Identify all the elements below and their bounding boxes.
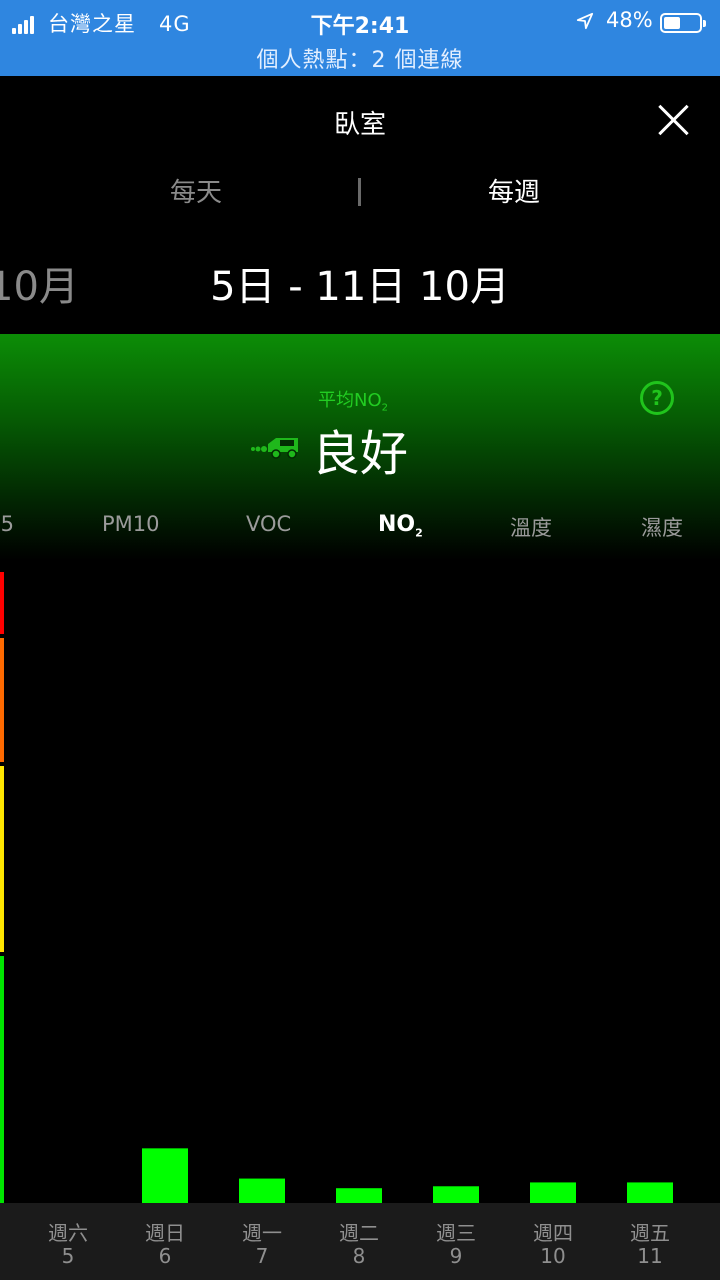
tab-pm10[interactable]: PM10 — [102, 512, 160, 536]
chart-bar — [336, 1188, 382, 1203]
x-tick-day: 週日 — [145, 1221, 185, 1245]
tab-no2[interactable]: NO2 — [378, 512, 423, 539]
date-current[interactable]: 5日 - 11日 10月 — [0, 254, 720, 312]
x-tick-date: 8 — [352, 1244, 366, 1268]
chart-bar — [433, 1186, 479, 1203]
chart-bar — [627, 1182, 673, 1203]
battery-percent: 48% — [606, 8, 653, 32]
hotspot-banner[interactable]: 個人熱點：2 個連線 — [0, 42, 720, 74]
chart-bar — [239, 1178, 285, 1203]
x-tick-date: 11 — [637, 1244, 663, 1268]
x-tick-date: 9 — [449, 1244, 463, 1268]
x-tick-day: 週二 — [339, 1221, 379, 1245]
x-axis-bar: 週六 5 週日 6 週一 7 週二 8 週三 9 週四 10 週五 11 — [0, 1203, 720, 1280]
average-label: 平均NO2 — [318, 390, 389, 414]
x-tick-day: 週四 — [533, 1221, 573, 1245]
tab-daily[interactable]: 每天 — [170, 172, 222, 209]
air-quality-status: 良好 — [312, 426, 409, 482]
status-bar: 台灣之星 4G 下午2:41 48% 個人熱點：2 個連線 — [0, 0, 720, 76]
battery-icon — [660, 13, 706, 33]
tab-weekly[interactable]: 每週 — [488, 172, 540, 209]
x-tick-day: 週六 — [48, 1221, 88, 1245]
x-tick-date: 5 — [61, 1244, 75, 1268]
tab-divider — [358, 178, 361, 206]
help-icon[interactable]: ? — [640, 381, 674, 415]
chart-bar — [530, 1182, 576, 1203]
tab-voc[interactable]: VOC — [246, 512, 291, 536]
tab-humidity[interactable]: 濕度 — [641, 512, 683, 542]
x-tick-day: 週五 — [630, 1221, 670, 1245]
chart-bar — [142, 1148, 188, 1203]
close-icon[interactable] — [652, 98, 696, 142]
x-tick-date: 6 — [158, 1244, 172, 1268]
car-exhaust-icon — [251, 438, 298, 459]
tab-temperature[interactable]: 溫度 — [510, 512, 552, 542]
page-title: 臥室 — [333, 110, 386, 140]
x-tick-day: 週三 — [436, 1221, 476, 1245]
x-tick-date: 7 — [255, 1244, 269, 1268]
weekly-bar-chart — [142, 1148, 673, 1203]
x-tick-date: 10 — [540, 1244, 566, 1268]
tab-pm25[interactable]: .5 — [0, 512, 14, 536]
x-tick-day: 週一 — [242, 1221, 282, 1245]
location-arrow-icon — [576, 12, 594, 30]
